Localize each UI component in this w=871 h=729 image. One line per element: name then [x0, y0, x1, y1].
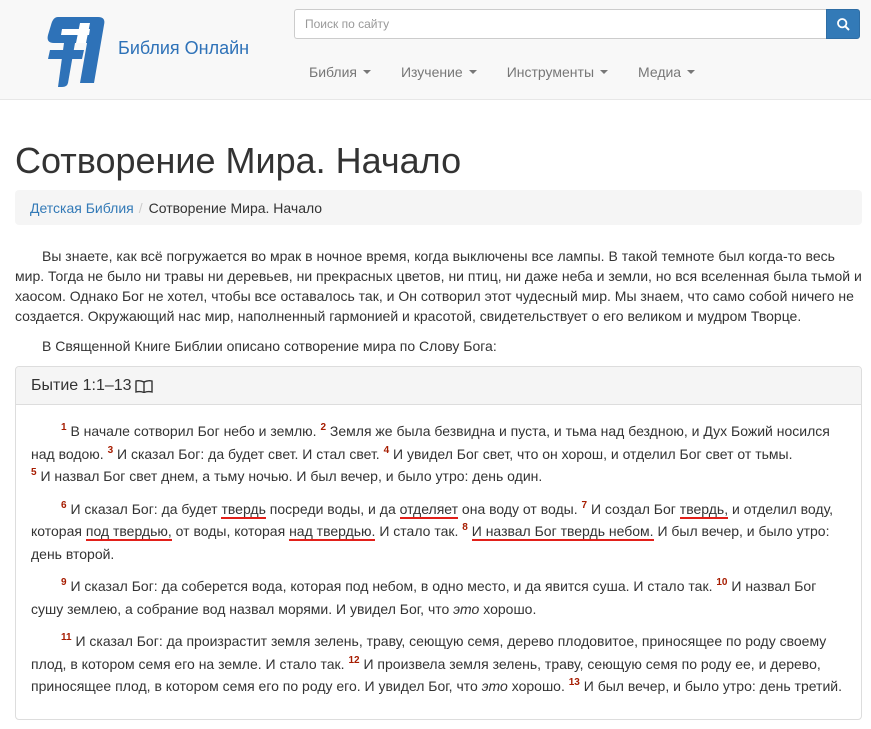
site-name[interactable]: Библия Онлайн: [118, 38, 249, 59]
highlighted-phrase: твердь: [221, 500, 266, 519]
verse-number[interactable]: 8: [462, 522, 468, 533]
breadcrumb-current: Сотворение Мира. Начало: [148, 199, 323, 216]
scripture-reference[interactable]: Бытие 1:1–13: [31, 377, 132, 395]
verse-number[interactable]: 4: [384, 445, 390, 456]
search-icon: [837, 18, 850, 31]
highlighted-phrase: над твердью.: [289, 523, 376, 541]
caret-down-icon: [362, 70, 371, 74]
verse-number[interactable]: 9: [61, 577, 67, 588]
verse-number[interactable]: 7: [581, 500, 587, 511]
verse-text: И сказал Бог: да будет свет. И стал свет…: [117, 445, 380, 462]
verse-number[interactable]: 3: [108, 445, 114, 456]
verse-number[interactable]: 2: [320, 422, 326, 433]
verse-text: от воды, которая: [171, 523, 290, 539]
verse-number[interactable]: 5: [31, 467, 37, 478]
verse-number[interactable]: 1: [61, 422, 67, 433]
search-input[interactable]: [294, 9, 826, 39]
caret-down-icon: [468, 70, 477, 74]
verse-text: она воду от воды.: [458, 500, 578, 517]
scripture-panel-header: Бытие 1:1–13: [16, 367, 861, 405]
breadcrumb-separator: /: [138, 199, 143, 216]
verse-text: И сказал Бог: да соберется вода, которая…: [70, 578, 713, 594]
verse-text: И назвал Бог свет днем, а тьму ночью. И …: [40, 468, 543, 484]
verse-text: И стало так.: [375, 523, 459, 539]
nav-item-label: Медиа: [638, 64, 682, 80]
intro-paragraph: Вы знаете, как всё погружается во мрак в…: [15, 248, 862, 324]
search-button[interactable]: [826, 9, 860, 39]
italic-word: это: [453, 600, 480, 617]
verse-text: посреди воды, и да: [265, 500, 400, 517]
scripture-paragraph: 1 В начале сотворил Бог небо и землю. 2 …: [31, 420, 846, 488]
verse-text: В начале сотворил Бог небо и землю.: [70, 423, 317, 439]
nav-media-dropdown[interactable]: Медиа: [623, 57, 710, 87]
nav-tools-dropdown[interactable]: Инструменты: [492, 57, 623, 87]
verse-number[interactable]: 13: [569, 677, 580, 688]
main-nav: Библия Изучение Инструменты Медиа: [294, 57, 710, 87]
site-header: Библия Онлайн Библия Изучение Инструмент…: [0, 0, 871, 100]
verse-text: хорошо.: [479, 600, 537, 617]
intro-text: Вы знаете, как всё погружается во мрак в…: [15, 246, 862, 366]
scripture-text: 1 В начале сотворил Бог небо и землю. 2 …: [16, 405, 861, 698]
verse-number[interactable]: 12: [348, 655, 359, 666]
book-icon[interactable]: [134, 379, 153, 393]
verse-text: И создал Бог: [590, 500, 680, 517]
verse-text: И увидел Бог свет, что он хорош, и отдел…: [393, 445, 793, 462]
verse-text: И сказал Бог: да будет: [70, 500, 222, 517]
highlighted-phrase: И назвал Бог твердь небом.: [471, 523, 654, 541]
highlighted-phrase: отделяет: [399, 500, 459, 519]
italic-word: это: [481, 678, 508, 694]
nav-item-label: Инструменты: [506, 64, 595, 80]
intro-paragraph: В Священной Книге Библии описано сотворе…: [42, 338, 497, 354]
breadcrumb-link-kids-bible[interactable]: Детская Библия: [30, 200, 134, 216]
verse-text: хорошо.: [507, 678, 565, 694]
verse-number[interactable]: 10: [716, 577, 727, 588]
nav-study-dropdown[interactable]: Изучение: [386, 57, 492, 87]
search-form: [294, 9, 860, 39]
verse-number[interactable]: 6: [61, 500, 67, 511]
highlighted-phrase: под твердью,: [85, 523, 172, 541]
scripture-paragraph: 9 И сказал Бог: да соберется вода, котор…: [31, 575, 846, 620]
nav-item-label: Библия: [309, 64, 357, 80]
page-title: Сотворение Мира. Начало: [15, 140, 462, 181]
scripture-paragraph: 11 И сказал Бог: да произрастит земля зе…: [31, 630, 846, 698]
nav-item-label: Изучение: [400, 64, 463, 80]
nav-bible-dropdown[interactable]: Библия: [294, 57, 386, 87]
site-logo-icon[interactable]: [40, 13, 106, 87]
breadcrumb: Детская Библия / Сотворение Мира. Начало: [15, 190, 862, 225]
caret-down-icon: [600, 70, 609, 74]
scripture-panel: Бытие 1:1–13 1 В начале сотворил Бог неб…: [15, 366, 862, 720]
highlighted-phrase: твердь,: [679, 500, 729, 519]
scripture-paragraph: 6 И сказал Бог: да будет твердь посреди …: [31, 498, 846, 566]
caret-down-icon: [687, 70, 696, 74]
verse-text: И был вечер, и было утро: день третий.: [583, 678, 842, 694]
verse-number[interactable]: 11: [61, 632, 72, 643]
